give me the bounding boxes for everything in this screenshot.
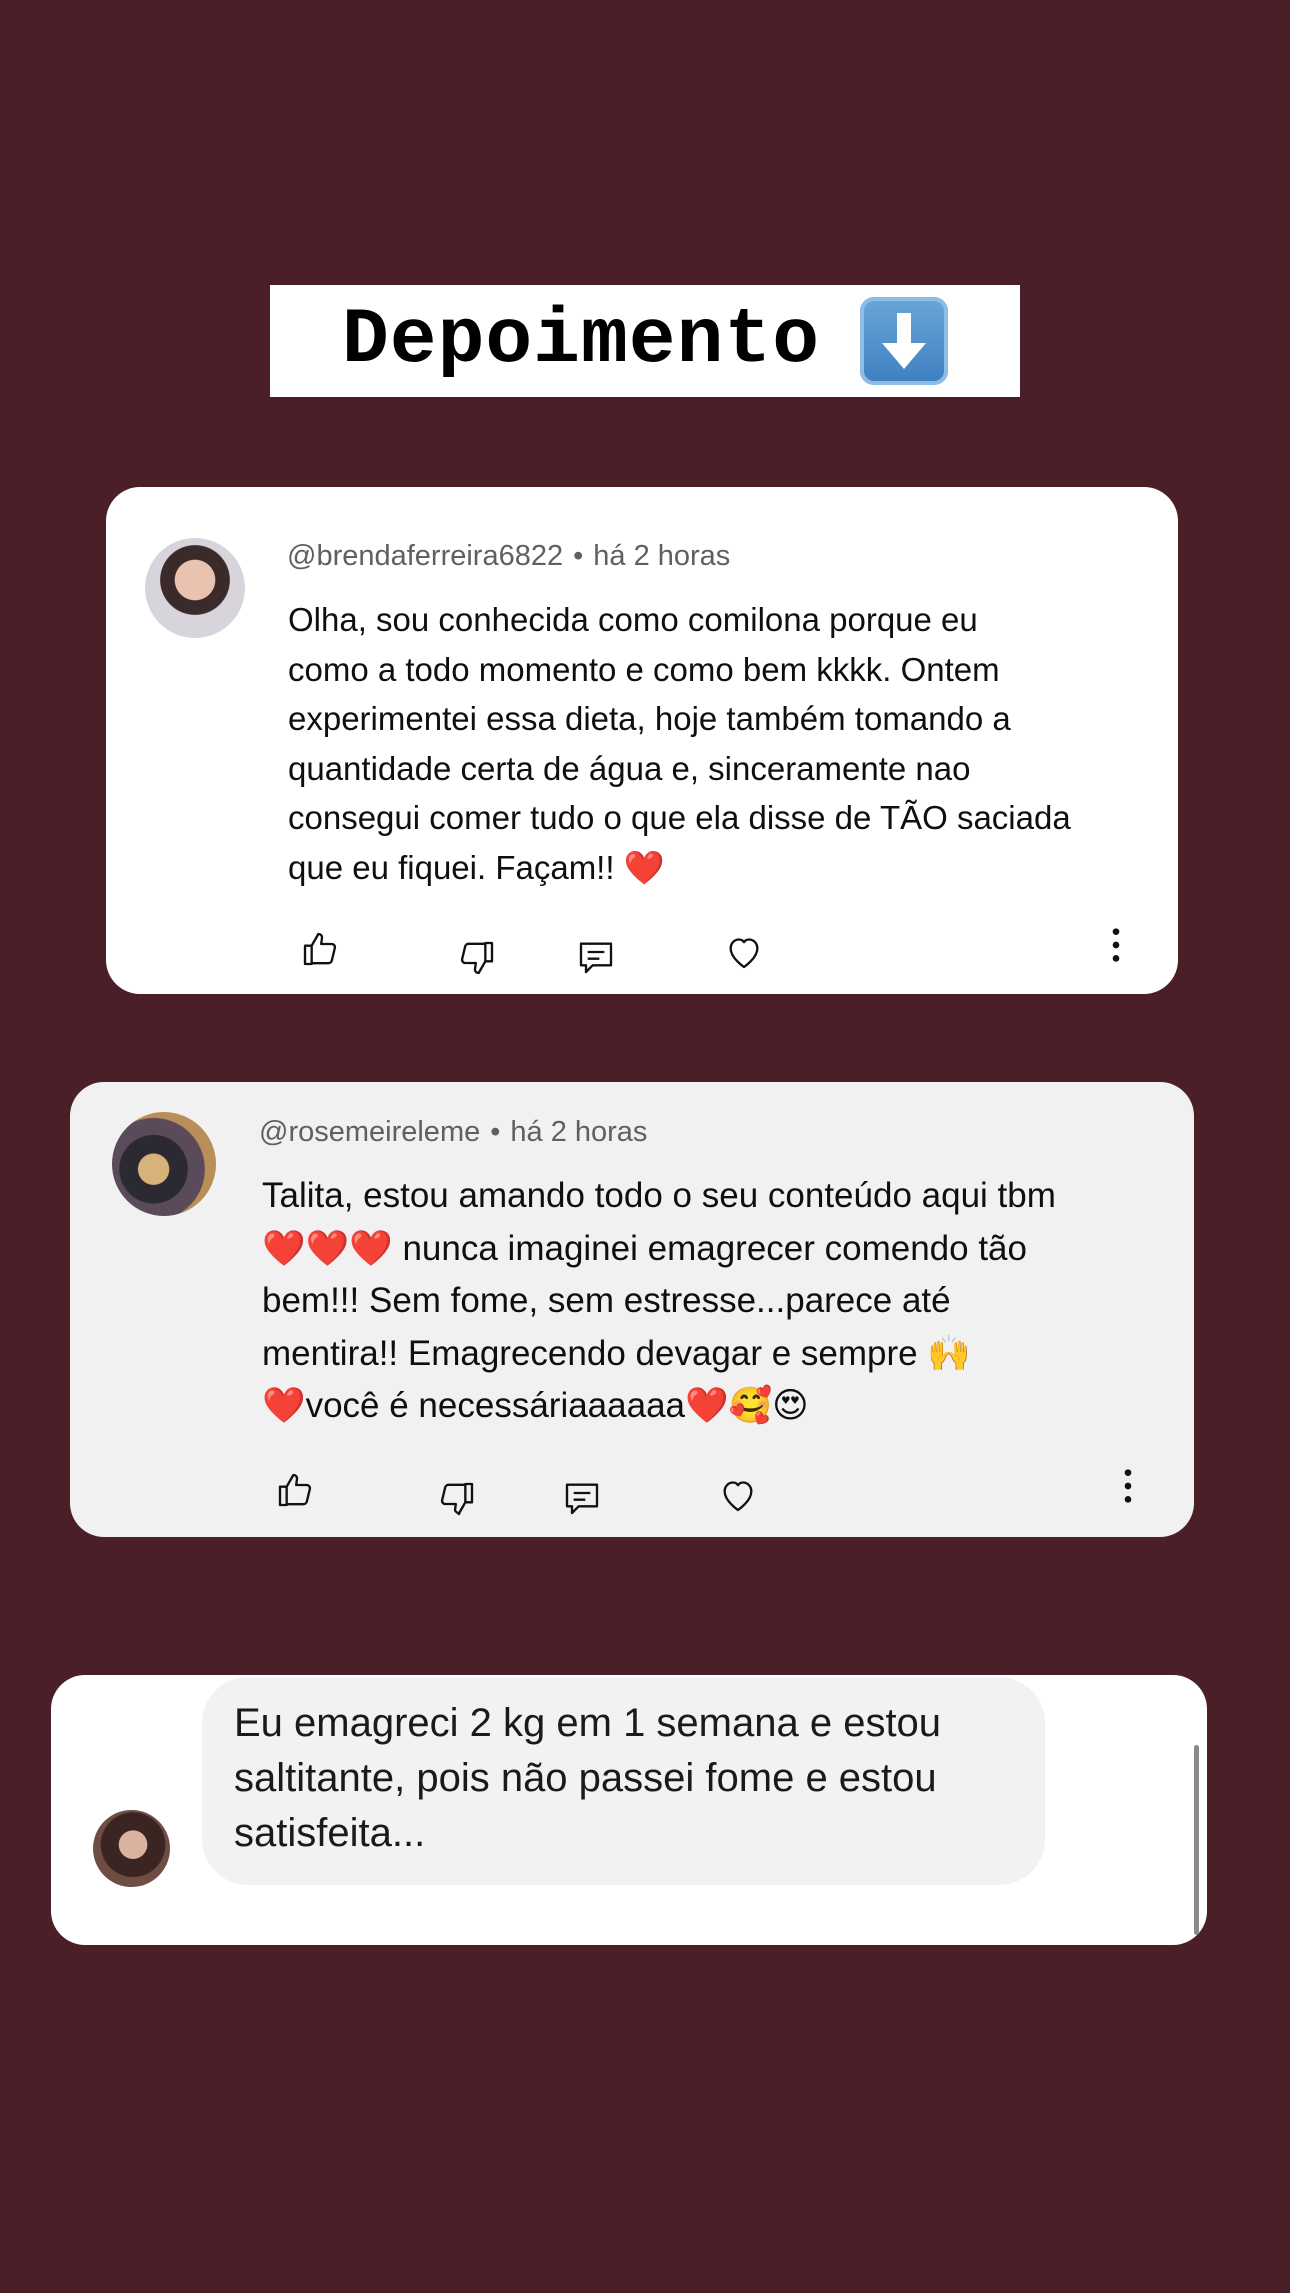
dislike-icon[interactable] — [457, 938, 497, 978]
reply-icon[interactable] — [562, 1478, 602, 1518]
more-options-icon[interactable] — [1108, 1466, 1148, 1506]
timestamp: há 2 horas — [510, 1116, 648, 1148]
username[interactable]: @rosemeireleme — [259, 1116, 480, 1148]
comment-meta: @rosemeireleme • há 2 horas — [259, 1116, 647, 1149]
separator: • — [490, 1116, 501, 1148]
reply-bubble: Eu emagreci 2 kg em 1 semana e estou sal… — [202, 1677, 1045, 1885]
separator: • — [573, 540, 584, 572]
timestamp: há 2 horas — [593, 540, 731, 572]
avatar[interactable] — [112, 1112, 216, 1216]
down-arrow-icon — [860, 297, 949, 385]
title-text: Depoimento — [341, 297, 821, 385]
more-options-icon[interactable] — [1096, 925, 1136, 965]
like-icon[interactable] — [275, 1470, 315, 1510]
like-icon[interactable] — [300, 929, 340, 969]
heart-icon[interactable] — [718, 1475, 758, 1515]
scrollbar[interactable] — [1194, 1745, 1199, 1935]
username[interactable]: @brendaferreira6822 — [287, 540, 563, 572]
comment-meta: @brendaferreira6822 • há 2 horas — [287, 540, 730, 573]
reply-icon[interactable] — [576, 937, 616, 977]
dislike-icon[interactable] — [437, 1479, 477, 1519]
heart-icon[interactable] — [724, 932, 764, 972]
avatar[interactable] — [145, 538, 245, 638]
title-banner: Depoimento — [270, 285, 1020, 397]
avatar[interactable] — [93, 1810, 170, 1887]
comment-text: Talita, estou amando todo o seu conteúdo… — [262, 1176, 1056, 1425]
comment-text: Olha, sou conhecida como comilona porque… — [288, 601, 1071, 886]
